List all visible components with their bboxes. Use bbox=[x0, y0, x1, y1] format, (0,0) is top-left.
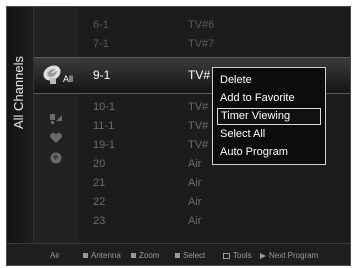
footer-tools-label: Tools bbox=[233, 251, 252, 260]
tools-popup-menu: Delete Add to Favorite Timer Viewing Sel… bbox=[212, 67, 326, 165]
tools-icon bbox=[223, 252, 230, 259]
channel-name: TV# bbox=[188, 139, 209, 151]
channel-number: 7-1 bbox=[93, 38, 109, 50]
footer-zoom-label: Zoom bbox=[139, 251, 160, 260]
menu-item-delete[interactable]: Delete bbox=[217, 72, 321, 89]
menu-item-select-all[interactable]: Select All bbox=[217, 126, 321, 143]
channel-name: TV#7 bbox=[188, 38, 215, 50]
red-button-icon bbox=[83, 253, 88, 259]
channel-number: 20 bbox=[93, 158, 106, 170]
channel-row[interactable]: 22 Air bbox=[79, 193, 350, 211]
channel-list-screen: All Channels All 6-1 TV#6 7-1 TV#7 9-1 T bbox=[6, 6, 351, 266]
channel-row[interactable]: 23 Air bbox=[79, 212, 350, 230]
channel-row[interactable]: 6-1 TV#6 bbox=[79, 16, 350, 34]
channel-number: 21 bbox=[93, 177, 106, 189]
channel-number: 9-1 bbox=[93, 68, 111, 82]
footer-source[interactable]: Air bbox=[50, 251, 60, 260]
mode-icon-column bbox=[34, 7, 79, 243]
channel-row[interactable]: 7-1 TV#7 bbox=[79, 35, 350, 53]
channel-number: 10-1 bbox=[93, 101, 116, 113]
footer-next-program-label: Next Program bbox=[269, 251, 319, 260]
channel-name: TV# bbox=[188, 68, 211, 82]
channel-type-icon[interactable] bbox=[49, 111, 63, 125]
channel-number: 11-1 bbox=[93, 120, 115, 132]
menu-item-add-to-favorite[interactable]: Add to Favorite bbox=[217, 90, 321, 107]
mode-all-label: All bbox=[63, 74, 74, 84]
heart-icon[interactable] bbox=[49, 131, 63, 145]
channel-row[interactable]: 21 Air bbox=[79, 174, 350, 192]
menu-item-auto-program[interactable]: Auto Program bbox=[217, 144, 321, 161]
green-button-icon bbox=[131, 253, 136, 259]
channel-name: TV# bbox=[188, 101, 209, 113]
channel-number: 6-1 bbox=[93, 19, 109, 31]
sidebar-title: All Channels bbox=[11, 56, 26, 129]
channel-name: Air bbox=[188, 177, 202, 189]
play-icon bbox=[260, 252, 266, 259]
channel-number: 19-1 bbox=[93, 139, 116, 151]
menu-item-timer-viewing[interactable]: Timer Viewing bbox=[217, 108, 321, 125]
footer-hint-bar: Air Antenna Zoom Select Tools Next Progr… bbox=[7, 243, 350, 265]
channel-name: Air bbox=[188, 215, 202, 227]
footer-antenna-label: Antenna bbox=[91, 251, 121, 260]
channel-name: TV# bbox=[188, 120, 209, 132]
footer-next-program[interactable]: Next Program bbox=[260, 251, 318, 260]
globe-icon[interactable] bbox=[49, 151, 63, 165]
footer-antenna[interactable]: Antenna bbox=[83, 251, 121, 260]
sidebar-title-panel: All Channels bbox=[7, 7, 34, 243]
channel-number: 23 bbox=[93, 215, 106, 227]
channel-number: 22 bbox=[93, 196, 106, 208]
footer-zoom[interactable]: Zoom bbox=[131, 251, 159, 260]
footer-select-label: Select bbox=[183, 251, 206, 260]
channel-name: Air bbox=[188, 196, 202, 208]
footer-select[interactable]: Select bbox=[175, 251, 205, 260]
channel-name: Air bbox=[188, 158, 202, 170]
yellow-button-icon bbox=[175, 253, 180, 259]
footer-tools[interactable]: Tools bbox=[223, 251, 252, 260]
channel-name: TV#6 bbox=[188, 19, 215, 31]
